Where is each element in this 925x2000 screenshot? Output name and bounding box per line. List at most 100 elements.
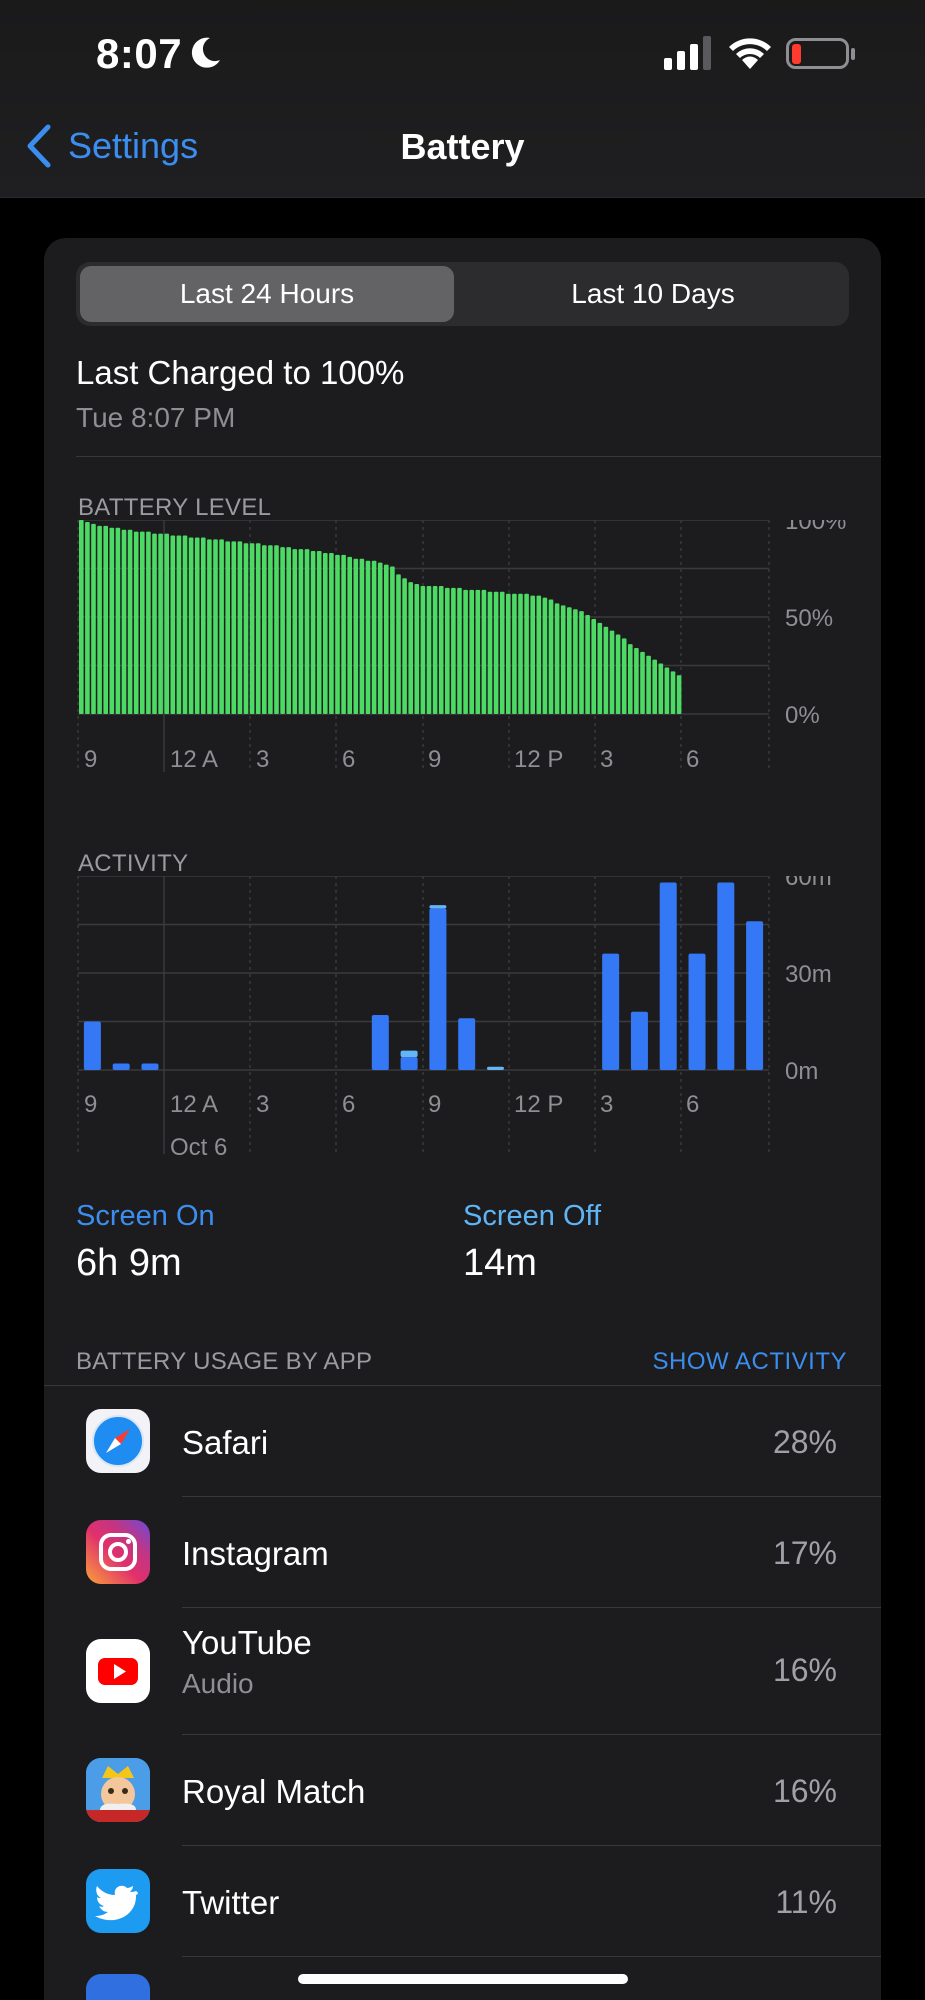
battery-level-bar [658, 663, 664, 714]
battery-level-bar [377, 562, 383, 714]
battery-level-bar [506, 593, 511, 714]
screen-off-bar [486, 1066, 504, 1070]
battery-card: Last 24 Hours Last 10 Days Last Charged … [44, 238, 881, 2000]
x-axis-label: 6 [342, 1091, 355, 1118]
battery-level-bar [548, 599, 554, 714]
app-row-royal-match[interactable]: Royal Match 16% [44, 1735, 881, 1845]
battery-level-bar [182, 535, 188, 714]
screen-on-label: Screen On [76, 1200, 215, 1232]
battery-level-bar [359, 558, 365, 714]
battery-level-bar [615, 634, 621, 714]
battery-level-bar [109, 527, 115, 714]
battery-level-bar [353, 558, 359, 714]
screen-on-bar [602, 953, 620, 1070]
battery-level-bar [420, 585, 426, 714]
battery-level-bar [103, 525, 108, 714]
segment-last-24-hours[interactable]: Last 24 Hours [80, 266, 454, 322]
app-row-youtube[interactable]: YouTube Audio 16% [44, 1608, 881, 1734]
battery-level-bar [438, 585, 444, 714]
battery-level-bar [402, 578, 407, 714]
battery-level-bar [445, 587, 450, 714]
battery-level-bar [518, 593, 523, 714]
app-percentage: 17% [772, 1535, 837, 1571]
royal-match-icon [86, 1758, 150, 1822]
battery-level-bar [628, 644, 633, 714]
app-row-safari[interactable]: Safari 28% [44, 1386, 881, 1496]
battery-level-bar [603, 626, 609, 714]
screen-on-bar [371, 1015, 389, 1070]
battery-icon [786, 38, 855, 69]
cellular-signal-icon [664, 36, 711, 70]
battery-level-bar [664, 667, 670, 714]
x-axis-label: 9 [84, 1091, 97, 1118]
calendar-app-icon [86, 1974, 150, 2000]
battery-level-bar [560, 605, 566, 714]
y-axis-label: 50% [785, 605, 833, 632]
battery-level-bar [115, 527, 121, 714]
y-axis-label: 0% [785, 702, 820, 729]
battery-level-bar [152, 533, 157, 714]
navigation-header: 8:07 Settings Battery [0, 0, 925, 198]
battery-level-bar [316, 551, 322, 714]
battery-level-bar [384, 564, 389, 714]
battery-level-bar [97, 525, 102, 714]
app-name: Safari [182, 1424, 269, 1461]
battery-level-bar [573, 609, 578, 714]
battery-level-bar [579, 611, 584, 714]
app-row-twitter[interactable]: Twitter 11% [44, 1846, 881, 1956]
battery-level-bar [194, 537, 200, 714]
battery-level-bar [597, 622, 603, 714]
battery-level-bar [127, 529, 133, 714]
last-charged-time: Tue 8:07 PM [76, 402, 236, 433]
battery-level-bar [201, 537, 206, 714]
battery-level-bar [542, 597, 548, 714]
segment-last-10-days[interactable]: Last 10 Days [461, 266, 845, 322]
x-axis-label: 9 [84, 746, 97, 772]
divider [182, 1956, 881, 1957]
screen-off-bar [429, 905, 447, 909]
x-axis-label: 3 [600, 1091, 613, 1118]
battery-level-bar [79, 520, 84, 714]
battery-level-bar [243, 543, 249, 714]
moon-icon [191, 37, 220, 68]
battery-level-bar [91, 523, 96, 714]
date-label: Oct 6 [170, 1134, 227, 1161]
battery-level-bar [646, 655, 651, 714]
battery-level-bar [481, 589, 487, 714]
app-percentage: 28% [772, 1424, 837, 1460]
x-axis-label: 12 A [170, 1091, 218, 1118]
battery-level-bar [634, 648, 639, 714]
wifi-icon [729, 38, 771, 69]
divider [76, 456, 881, 457]
battery-level-bar [609, 630, 615, 714]
app-percentage: 11% [775, 1884, 837, 1920]
battery-level-bar [365, 560, 371, 714]
battery-level-bar [475, 589, 481, 714]
battery-level-bar [176, 535, 182, 714]
battery-level-bar [280, 547, 285, 714]
battery-level-label: BATTERY LEVEL [78, 494, 272, 521]
show-activity-button[interactable]: SHOW ACTIVITY [652, 1348, 847, 1376]
battery-level-bar [170, 535, 176, 714]
battery-level-bar [121, 529, 127, 714]
x-axis-label: 9 [428, 1091, 441, 1118]
app-name: Twitter [182, 1884, 280, 1921]
x-axis-label: 12 P [514, 746, 563, 772]
battery-level-bar [329, 552, 334, 714]
battery-level-bar [487, 591, 493, 714]
battery-level-chart: 100% 50% 0% 9 12 A 3 6 9 12 P 3 6 [77, 520, 846, 772]
battery-level-bar [219, 539, 224, 714]
screen-on-bar [83, 1021, 101, 1070]
battery-level-bar [451, 587, 456, 714]
last-charged-title: Last Charged to 100% [76, 354, 405, 391]
battery-level-bar [390, 566, 395, 714]
x-axis-label: 6 [686, 1091, 699, 1118]
battery-level-bar [567, 607, 572, 714]
x-axis-label: 12 A [170, 746, 218, 772]
battery-level-bar [323, 552, 328, 714]
battery-level-bar [408, 582, 413, 714]
battery-level-bar [640, 651, 645, 714]
screen-off-label: Screen Off [463, 1200, 602, 1232]
app-row-instagram[interactable]: Instagram 17% [44, 1497, 881, 1607]
battery-level-bar [310, 551, 316, 714]
